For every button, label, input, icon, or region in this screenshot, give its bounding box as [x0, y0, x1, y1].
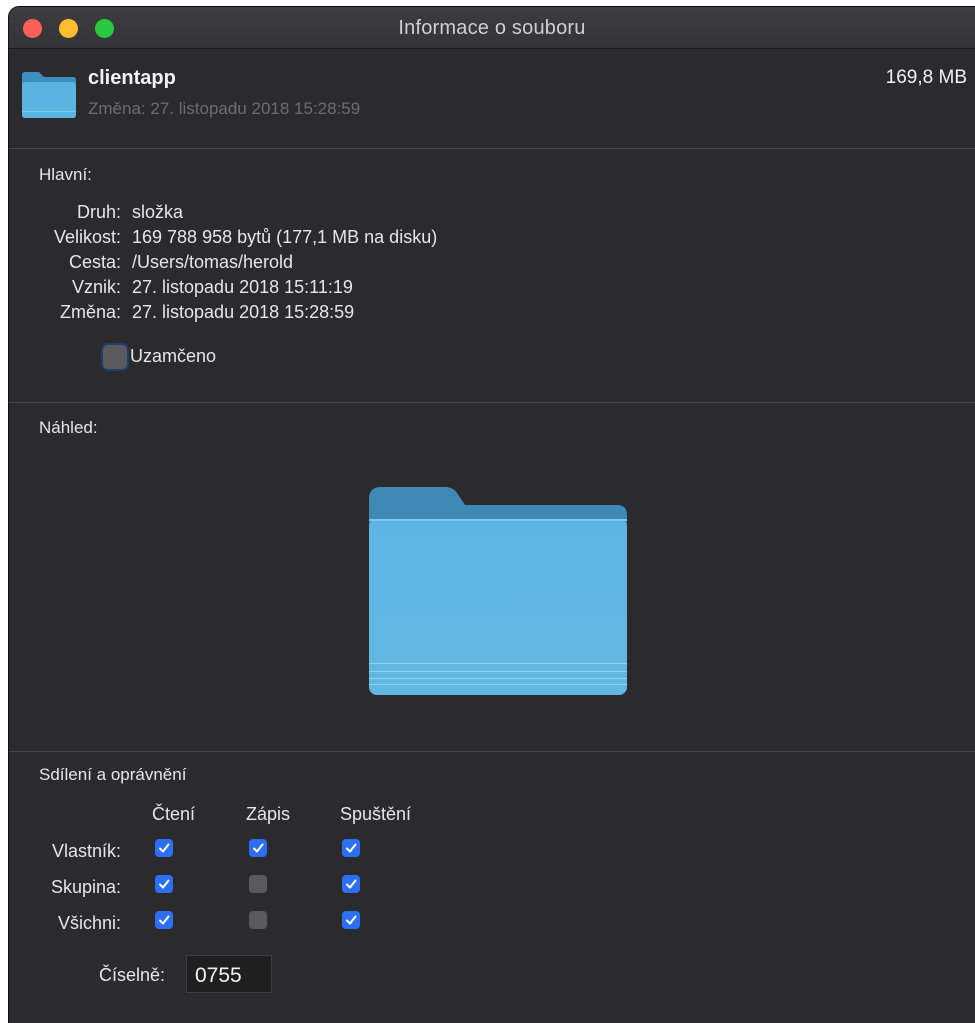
file-modified: Změna: 27. listopadu 2018 15:28:59 [88, 99, 361, 118]
checkmark-icon [159, 879, 170, 889]
modified-key: Změna: [59, 302, 121, 322]
owner-execute-checkbox[interactable] [342, 839, 360, 857]
read-column-header: Čtení [152, 804, 196, 824]
numeric-permissions-field[interactable]: 0755 [186, 955, 272, 993]
window-title: Informace o souboru [398, 17, 586, 39]
created-value: 27. listopadu 2018 15:11:19 [132, 277, 353, 297]
kind-value: složka [132, 202, 184, 222]
file-size: 169,8 MB [885, 67, 967, 88]
divider [9, 148, 975, 149]
checkmark-icon [253, 843, 264, 853]
folder-preview-icon [369, 487, 627, 695]
size-value: 169 788 958 bytů (177,1 MB na disku) [132, 227, 438, 247]
checkmark-icon [159, 915, 170, 925]
kind-key: Druh: [76, 202, 121, 222]
numeric-label: Číselně: [99, 965, 166, 985]
execute-column-header: Spuštění [340, 804, 412, 824]
preview-heading[interactable]: Náhled: [39, 418, 98, 438]
checkmark-icon [346, 843, 357, 853]
path-key: Cesta: [68, 252, 121, 272]
everyone-write-checkbox[interactable] [249, 911, 267, 929]
checkmark-icon [346, 879, 357, 889]
general-heading[interactable]: Hlavní: [39, 165, 92, 185]
everyone-read-checkbox[interactable] [155, 911, 173, 929]
divider [9, 402, 975, 403]
title-bar[interactable]: Informace o souboru [9, 7, 975, 49]
sharing-heading[interactable]: Sdílení a oprávnění [39, 765, 186, 785]
created-key: Vznik: [71, 277, 121, 297]
group-label: Skupina: [50, 877, 121, 897]
group-write-checkbox[interactable] [249, 875, 267, 893]
file-name: clientapp [88, 67, 176, 89]
group-execute-checkbox[interactable] [342, 875, 360, 893]
folder-icon [22, 72, 76, 118]
locked-label[interactable]: Uzamčeno [130, 346, 216, 367]
size-key: Velikost: [53, 227, 121, 247]
owner-write-checkbox[interactable] [249, 839, 267, 857]
owner-read-checkbox[interactable] [155, 839, 173, 857]
owner-label: Vlastník: [51, 841, 121, 861]
write-column-header: Zápis [246, 804, 291, 824]
file-info-window: Informace o souboru clientapp Změna: 27.… [9, 7, 975, 1023]
everyone-execute-checkbox[interactable] [342, 911, 360, 929]
checkmark-icon [159, 843, 170, 853]
everyone-label: Všichni: [57, 913, 121, 933]
modified-value: 27. listopadu 2018 15:28:59 [132, 302, 355, 322]
checkmark-icon [346, 915, 357, 925]
group-read-checkbox[interactable] [155, 875, 173, 893]
divider [9, 751, 975, 752]
locked-checkbox[interactable] [103, 345, 127, 369]
path-value: /Users/tomas/herold [132, 252, 294, 272]
